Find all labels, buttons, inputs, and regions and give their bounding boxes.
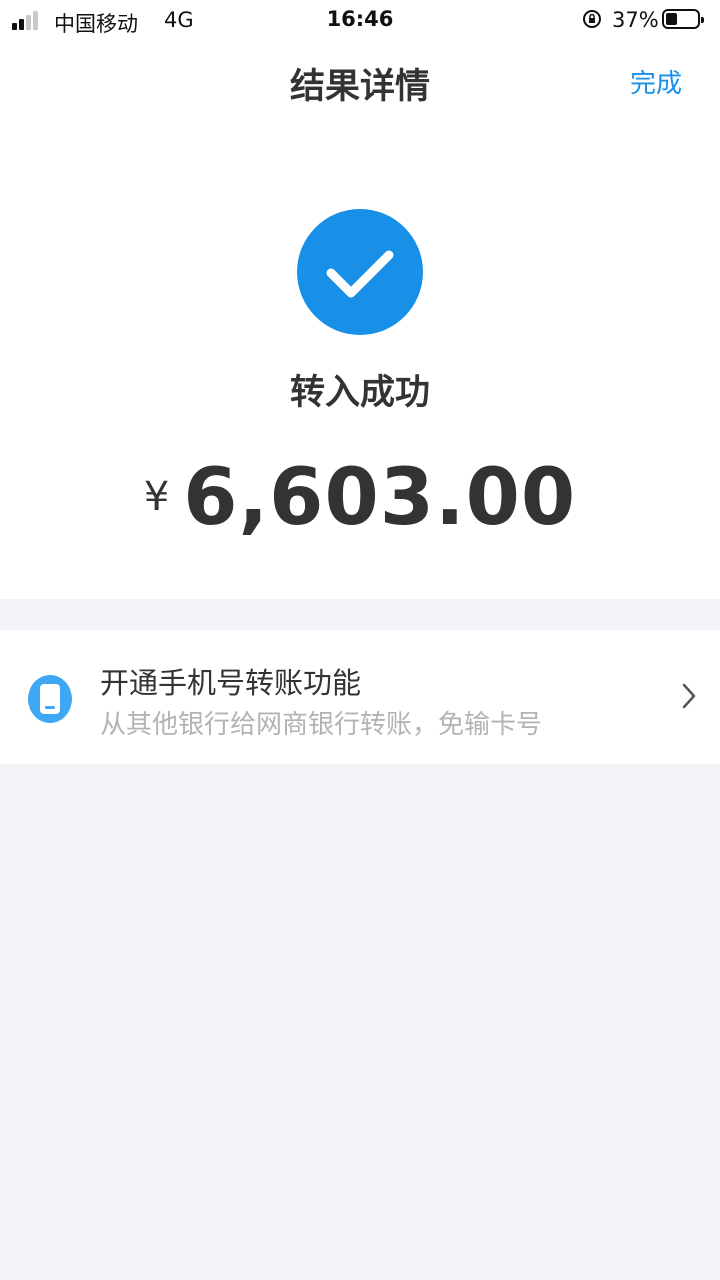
promo-title: 开通手机号转账功能 [100, 666, 362, 700]
transfer-amount: 6,603.00 [183, 453, 577, 543]
promo-subtitle: 从其他银行给网商银行转账，免输卡号 [100, 710, 543, 740]
success-check-icon [297, 209, 423, 335]
chevron-right-icon [682, 683, 696, 709]
phone-transfer-promo-row[interactable]: 开通手机号转账功能 从其他银行给网商银行转账，免输卡号 [0, 630, 720, 764]
transfer-status-text: 转入成功 [289, 373, 430, 413]
rotation-lock-icon [583, 10, 601, 28]
battery-percent: 37% [612, 8, 659, 32]
battery-icon [662, 9, 704, 29]
page-title: 结果详情 [289, 67, 430, 107]
done-button[interactable]: 完成 [630, 63, 682, 100]
status-bar: 中国移动 4G 16:46 37% [0, 0, 720, 40]
mobile-phone-icon [28, 675, 72, 723]
result-header-section: 中国移动 4G 16:46 37% 结果详情 完成 转入成功 ¥6,603.00 [0, 0, 720, 599]
currency-symbol: ¥ [143, 474, 170, 520]
amount-display: ¥6,603.00 [0, 453, 720, 543]
